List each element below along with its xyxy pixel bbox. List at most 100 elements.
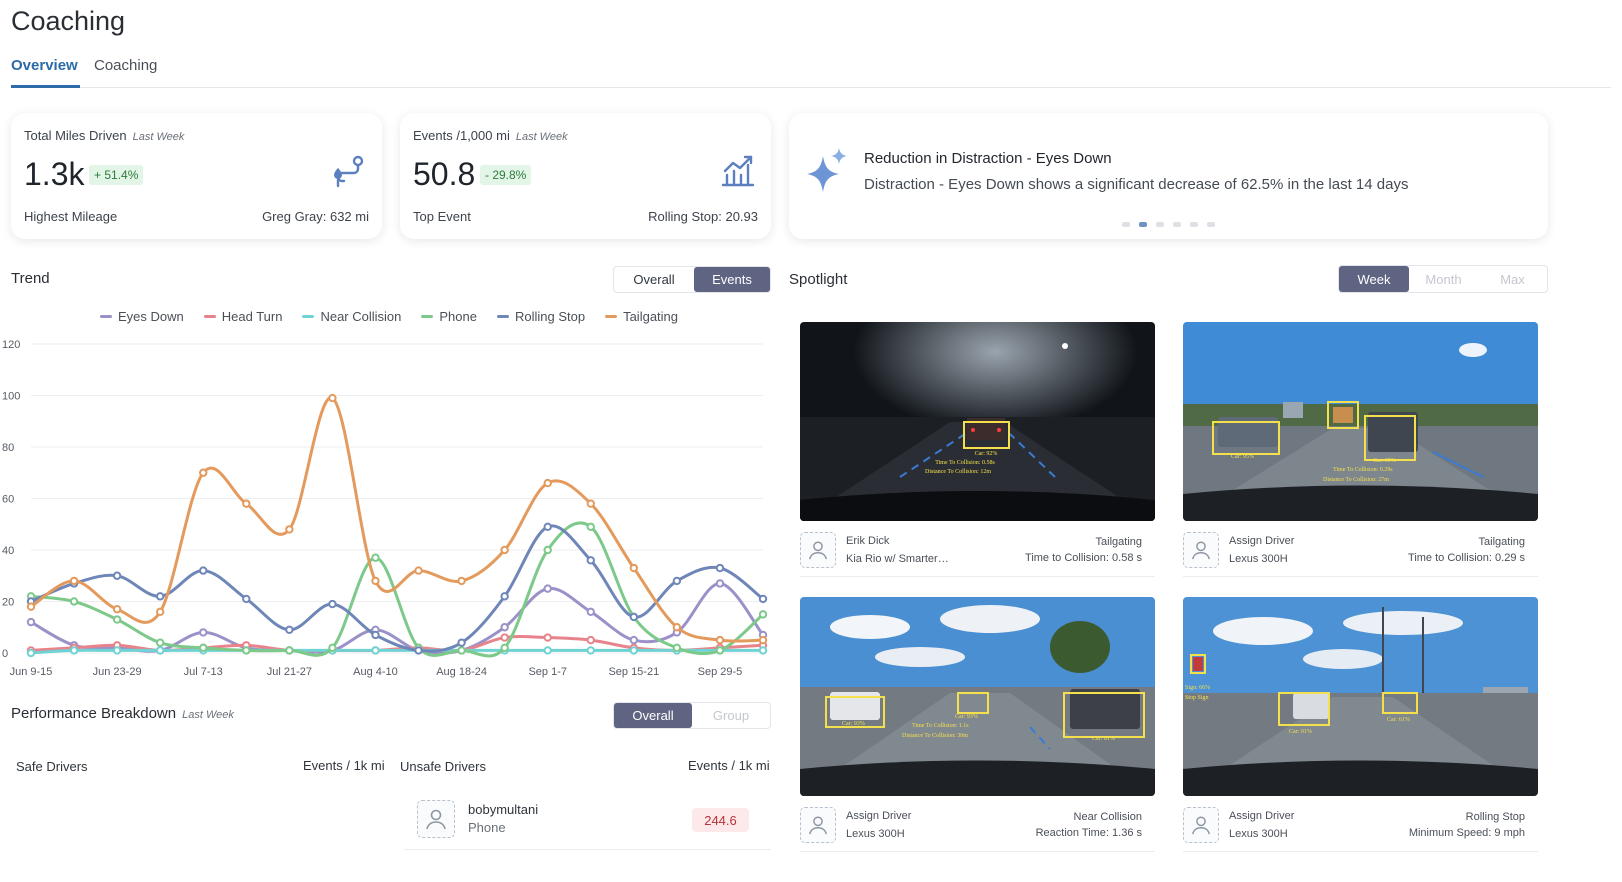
x-tick-label: Aug 18-24 [436, 666, 487, 678]
events-period: Last Week [515, 131, 568, 143]
insight-card[interactable]: Reduction in Distraction - Eyes Down Dis… [789, 113, 1548, 239]
svg-text:Distance To Collision: 27m: Distance To Collision: 27m [1323, 477, 1389, 483]
trend-toggle: Overall Events [613, 266, 771, 293]
y-tick-label: 80 [2, 442, 14, 454]
safe-drivers-metric-header: Events / 1k mi [303, 758, 385, 773]
user-icon [1192, 816, 1210, 835]
spotlight-week-button[interactable]: Week [1339, 266, 1409, 292]
performance-overall-button[interactable]: Overall [614, 703, 692, 728]
miles-change-badge: + 51.4% [89, 165, 144, 185]
data-point-phone [328, 643, 337, 653]
legend-swatch [100, 315, 112, 318]
tab-bar: Overview Coaching [11, 54, 1611, 88]
miles-sub-label: Highest Mileage [24, 209, 118, 224]
driver-name[interactable]: bobymultani [468, 802, 538, 817]
data-point-phone [69, 597, 79, 606]
video-info: Assign Driver Lexus 300H Tailgating Time… [1183, 525, 1538, 577]
video-driver[interactable]: Assign Driver [1229, 535, 1294, 547]
legend-label: Rolling Stop [514, 309, 586, 324]
x-tick-label: Jul 21-27 [267, 666, 312, 678]
legend-item-near-collision[interactable]: Near Collision [302, 309, 401, 324]
total-miles-card[interactable]: Total Miles Driven Last Week 1.3k + 51.4%… [11, 113, 382, 239]
safe-drivers-header: Safe Drivers [16, 759, 88, 774]
carousel-dot-active[interactable] [1139, 222, 1147, 227]
performance-group-button[interactable]: Group [692, 703, 770, 728]
dashcam-thumbnail[interactable]: Sign: 66% Stop Sign Car: 91% Car: 61% [1183, 597, 1538, 796]
miles-label: Total Miles Driven Last Week [24, 128, 185, 143]
carousel-dot[interactable] [1156, 222, 1164, 227]
legend-item-eyes-down[interactable]: Eyes Down [100, 309, 184, 324]
svg-text:Car: 93%: Car: 93% [955, 714, 978, 720]
svg-text:Car: 81%: Car: 81% [1092, 736, 1115, 742]
data-point-rolling-stop [112, 571, 122, 580]
spotlight-video-card[interactable]: Car: 95% Car: 95% Time To Collision: 0.2… [1183, 322, 1538, 577]
tab-coaching[interactable]: Coaching [94, 57, 157, 74]
video-event-metric: Reaction Time: 1.36 s [1035, 827, 1142, 839]
data-point-near-collision [112, 646, 122, 655]
data-point-rolling-stop [500, 592, 509, 601]
carousel-dot[interactable] [1173, 222, 1181, 227]
legend-item-tailgating[interactable]: Tailgating [605, 309, 678, 324]
spotlight-video-card[interactable]: Car: 93% Car: 93% Time To Collision: 1.1… [800, 597, 1155, 852]
video-driver[interactable]: Assign Driver [846, 810, 911, 822]
spotlight-month-button[interactable]: Month [1409, 266, 1478, 292]
video-info: Assign Driver Lexus 300H Near Collision … [800, 800, 1155, 852]
data-point-tailgating [155, 607, 165, 616]
carousel-dot[interactable] [1207, 222, 1215, 227]
spotlight-video-card[interactable]: Sign: 66% Stop Sign Car: 91% Car: 61% As… [1183, 597, 1538, 852]
data-point-near-collision [586, 646, 595, 655]
active-tab-indicator [11, 85, 80, 88]
data-point-phone [672, 643, 682, 653]
video-vehicle: Lexus 300H [1229, 828, 1288, 840]
miles-sub-value: Greg Gray: 632 mi [262, 209, 369, 224]
unsafe-driver-row[interactable]: bobymultani Phone 244.6 [404, 790, 771, 850]
avatar [800, 532, 836, 568]
legend-item-phone[interactable]: Phone [421, 309, 477, 324]
data-point-phone [199, 643, 208, 653]
legend-swatch [496, 315, 509, 318]
dashcam-thumbnail[interactable]: Car: 95% Car: 95% Time To Collision: 0.2… [1183, 322, 1538, 521]
data-point-tailgating [457, 576, 466, 586]
tab-overview[interactable]: Overview [11, 57, 78, 74]
driver-top-event: Phone [468, 820, 506, 835]
x-tick-label: Jun 23-29 [93, 666, 142, 678]
x-tick-label: Jun 9-15 [10, 666, 53, 678]
data-point-rolling-stop [242, 594, 251, 604]
data-point-tailgating [199, 468, 208, 477]
video-event-metric: Time to Collision: 0.29 s [1408, 552, 1525, 564]
data-point-near-collision [371, 646, 380, 655]
video-driver[interactable]: Assign Driver [1229, 810, 1294, 822]
data-point-phone [586, 522, 595, 532]
y-tick-label: 120 [2, 339, 20, 351]
spotlight-max-button[interactable]: Max [1478, 266, 1547, 292]
svg-text:Car: 61%: Car: 61% [1387, 717, 1410, 723]
svg-text:Car: 92%: Car: 92% [975, 451, 998, 457]
trend-events-button[interactable]: Events [694, 267, 770, 292]
carousel-dot[interactable] [1190, 222, 1198, 227]
data-point-rolling-stop [672, 576, 682, 586]
spotlight-video-card[interactable]: Car: 92% Time To Collision: 0.58s Distan… [800, 322, 1155, 577]
legend-swatch [605, 315, 618, 318]
video-driver[interactable]: Erik Dick [846, 535, 889, 547]
data-point-head-turn [586, 635, 595, 645]
data-point-rolling-stop [371, 630, 380, 640]
dashcam-thumbnail[interactable]: Car: 92% Time To Collision: 0.58s Distan… [800, 322, 1155, 521]
x-tick-label: Jul 7-13 [184, 666, 223, 678]
trend-overall-button[interactable]: Overall [614, 267, 694, 292]
data-point-phone [457, 646, 466, 655]
events-value: 50.8 [413, 156, 476, 192]
video-vehicle: Lexus 300H [846, 828, 905, 840]
dashcam-thumbnail[interactable]: Car: 93% Car: 93% Time To Collision: 1.1… [800, 597, 1155, 796]
events-per-mile-card[interactable]: Events /1,000 mi Last Week 50.8 - 29.8% T… [400, 113, 771, 239]
data-point-tailgating [328, 393, 337, 403]
carousel-dot[interactable] [1122, 222, 1130, 227]
data-point-phone [155, 638, 165, 647]
avatar [1183, 532, 1219, 568]
data-point-rolling-stop [457, 638, 466, 647]
legend-item-head-turn[interactable]: Head Turn [203, 309, 282, 324]
insight-title: Reduction in Distraction - Eyes Down [864, 150, 1112, 167]
legend-item-rolling-stop[interactable]: Rolling Stop [496, 309, 586, 324]
coaching-page: Coaching Overview Coaching Total Miles D… [0, 0, 1622, 882]
data-point-rolling-stop [758, 594, 768, 604]
data-point-rolling-stop [199, 566, 208, 575]
